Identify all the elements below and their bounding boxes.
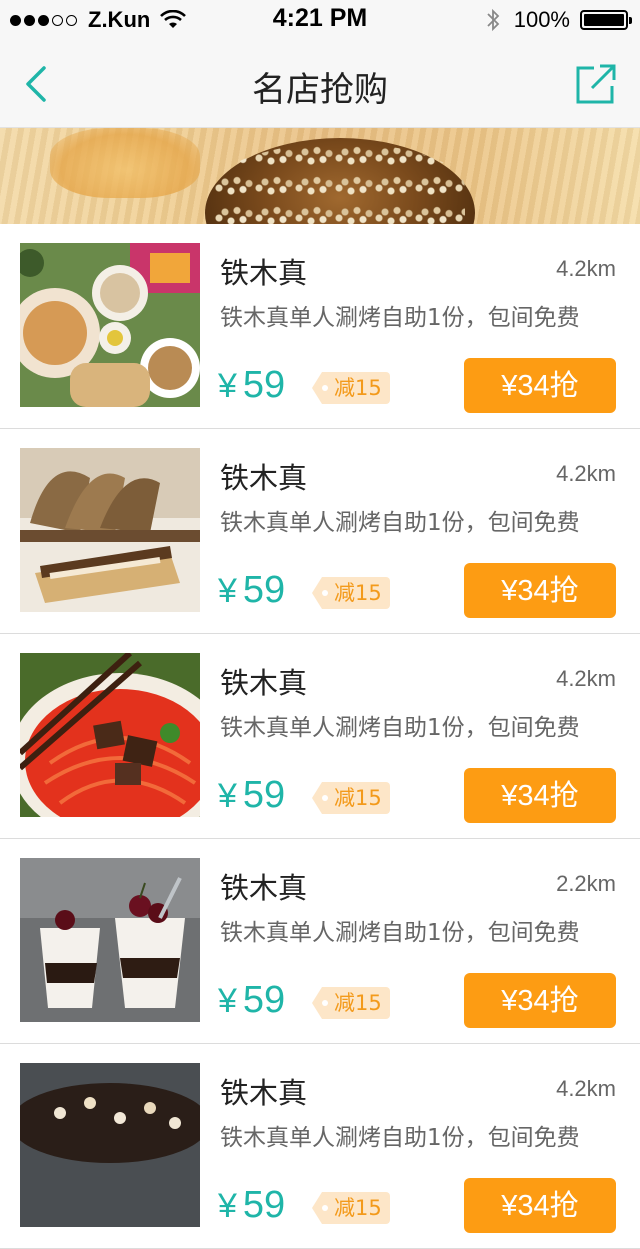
price-value: 59 <box>242 569 286 611</box>
shop-name: 铁木真 <box>220 871 308 905</box>
price: ¥59 <box>218 569 285 612</box>
shop-name: 铁木真 <box>220 666 308 700</box>
page-title: 名店抢购 <box>252 70 388 110</box>
deal-description: 铁木真单人涮烤自助1份，包间免费 <box>220 510 580 536</box>
price: ¥59 <box>218 1184 285 1227</box>
currency-symbol: ¥ <box>218 777 237 815</box>
shop-name: 铁木真 <box>220 256 308 290</box>
battery-percent: 100% <box>513 7 570 32</box>
buy-button[interactable]: ¥34抢 <box>464 358 616 413</box>
share-external-icon[interactable] <box>574 62 618 106</box>
price: ¥59 <box>218 979 285 1022</box>
deal-description: 铁木真单人涮烤自助1份，包间免费 <box>220 715 580 741</box>
food-thumbnail <box>20 1063 200 1227</box>
shop-name: 铁木真 <box>220 461 308 495</box>
price-value: 59 <box>242 774 286 816</box>
distance: 4.2km <box>556 1076 616 1101</box>
food-thumbnail <box>20 243 200 407</box>
distance: 4.2km <box>556 256 616 281</box>
discount-label: 减15 <box>334 991 382 1015</box>
food-thumbnail <box>20 448 200 612</box>
deal-description: 铁木真单人涮烤自助1份，包间免费 <box>220 920 580 946</box>
buy-button[interactable]: ¥34抢 <box>464 1178 616 1233</box>
buy-button[interactable]: ¥34抢 <box>464 563 616 618</box>
food-thumbnail <box>20 858 200 1022</box>
status-bar: Z.Kun 4:21 PM 100% <box>0 0 640 40</box>
discount-tag: 减15 <box>312 1192 390 1224</box>
discount-tag: 减15 <box>312 577 390 609</box>
price: ¥59 <box>218 364 285 407</box>
list-item[interactable]: 铁木真 4.2km 铁木真单人涮烤自助1份，包间免费 ¥59 减15 ¥34抢 <box>0 1044 640 1249</box>
shop-name: 铁木真 <box>220 1076 308 1110</box>
currency-symbol: ¥ <box>218 982 237 1020</box>
discount-tag: 减15 <box>312 987 390 1019</box>
discount-tag: 减15 <box>312 372 390 404</box>
price: ¥59 <box>218 774 285 817</box>
discount-label: 减15 <box>334 1196 382 1220</box>
buy-button[interactable]: ¥34抢 <box>464 973 616 1028</box>
shop-list: 铁木真 4.2km 铁木真单人涮烤自助1份，包间免费 ¥59 减15 ¥34抢 … <box>0 224 640 1249</box>
list-item[interactable]: 铁木真 2.2km 铁木真单人涮烤自助1份，包间免费 ¥59 减15 ¥34抢 <box>0 839 640 1044</box>
currency-symbol: ¥ <box>218 1187 237 1225</box>
currency-symbol: ¥ <box>218 367 237 405</box>
pastry-image <box>50 128 200 198</box>
price-value: 59 <box>242 1184 286 1226</box>
status-right: 100% <box>486 6 632 34</box>
nav-bar: 名店抢购 <box>0 40 640 128</box>
deal-description: 铁木真单人涮烤自助1份，包间免费 <box>220 305 580 331</box>
distance: 4.2km <box>556 666 616 691</box>
distance: 2.2km <box>556 871 616 896</box>
discount-label: 减15 <box>334 581 382 605</box>
discount-tag: 减15 <box>312 782 390 814</box>
bluetooth-icon <box>487 8 499 32</box>
list-item[interactable]: 铁木真 4.2km 铁木真单人涮烤自助1份，包间免费 ¥59 减15 ¥34抢 <box>0 429 640 634</box>
discount-label: 减15 <box>334 376 382 400</box>
buy-button[interactable]: ¥34抢 <box>464 768 616 823</box>
battery-icon <box>580 10 632 30</box>
distance: 4.2km <box>556 461 616 486</box>
promo-banner[interactable] <box>0 128 640 224</box>
price-value: 59 <box>242 979 286 1021</box>
discount-label: 减15 <box>334 786 382 810</box>
price-value: 59 <box>242 364 286 406</box>
currency-symbol: ¥ <box>218 572 237 610</box>
list-item[interactable]: 铁木真 4.2km 铁木真单人涮烤自助1份，包间免费 ¥59 减15 ¥34抢 <box>0 634 640 839</box>
list-item[interactable]: 铁木真 4.2km 铁木真单人涮烤自助1份，包间免费 ¥59 减15 ¥34抢 <box>0 224 640 429</box>
deal-description: 铁木真单人涮烤自助1份，包间免费 <box>220 1125 580 1151</box>
food-thumbnail <box>20 653 200 817</box>
